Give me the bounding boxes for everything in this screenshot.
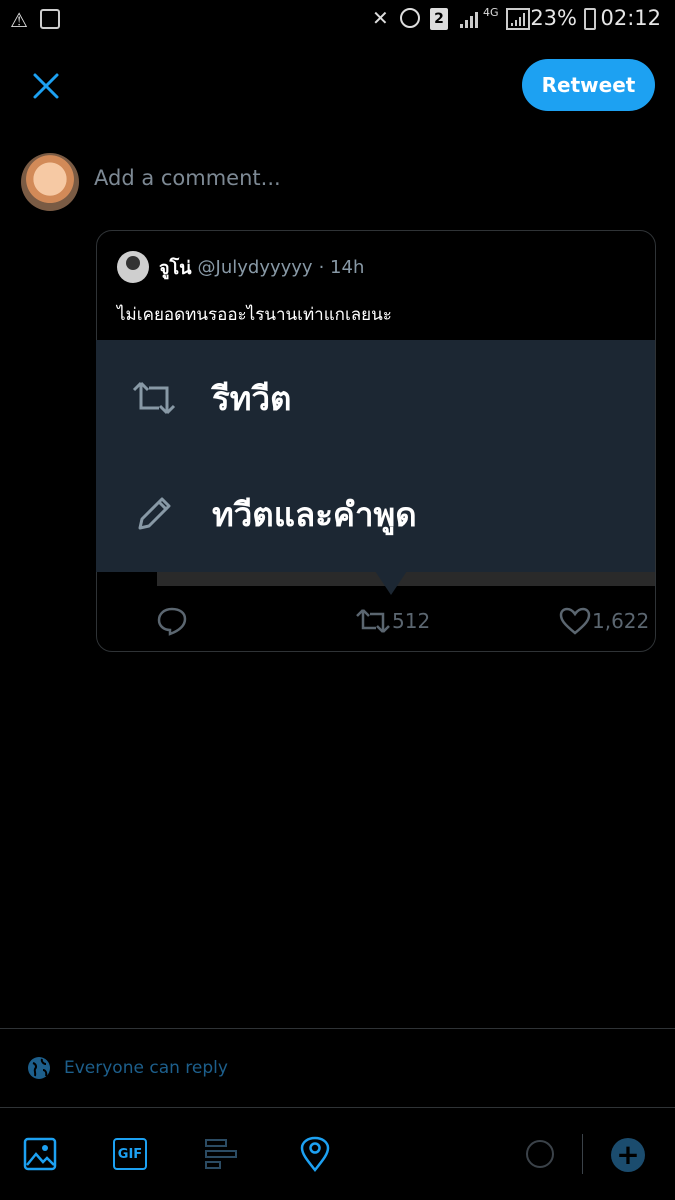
divider bbox=[0, 1107, 675, 1108]
tweet-actions: 512 1,622 bbox=[96, 596, 654, 646]
image-button[interactable] bbox=[22, 1136, 58, 1172]
pencil-icon bbox=[124, 492, 184, 536]
quoted-tweet-author: จูโน่ @Julydyyyyy · 14h bbox=[117, 251, 364, 283]
status-bar: ⚠ ✕ 2 4G 23% 02:12 bbox=[0, 0, 675, 42]
retweet-icon bbox=[356, 609, 390, 633]
menu-item-retweet[interactable]: รีทวีต bbox=[96, 340, 655, 456]
add-tweet-button[interactable]: + bbox=[611, 1138, 645, 1172]
signal-icon-1 bbox=[458, 10, 480, 34]
retweet-count: 512 bbox=[392, 609, 431, 633]
like-action[interactable]: 1,622 bbox=[558, 596, 649, 646]
like-count: 1,622 bbox=[592, 609, 650, 633]
retweet-button[interactable]: Retweet bbox=[522, 59, 655, 111]
reply-settings[interactable]: Everyone can reply bbox=[26, 1055, 228, 1081]
divider bbox=[582, 1134, 583, 1174]
close-button[interactable] bbox=[28, 68, 64, 104]
character-counter bbox=[526, 1140, 554, 1168]
author-handle: @Julydyyyyy bbox=[197, 256, 313, 278]
poll-button[interactable] bbox=[204, 1136, 240, 1172]
divider bbox=[0, 1028, 675, 1029]
gif-button[interactable]: GIF bbox=[113, 1138, 147, 1170]
reply-action[interactable] bbox=[156, 596, 188, 646]
retweet-action[interactable]: 512 bbox=[354, 596, 430, 646]
heart-icon bbox=[559, 607, 591, 635]
image-icon bbox=[23, 1137, 57, 1171]
comment-input[interactable]: Add a comment... bbox=[94, 166, 281, 190]
battery-percent: 23% bbox=[530, 6, 577, 30]
reply-settings-label: Everyone can reply bbox=[64, 1058, 228, 1078]
quoted-tweet-text: ไม่เคยอดทนรออะไรนานเท่าแกเลยนะ bbox=[117, 305, 392, 325]
location-button[interactable] bbox=[297, 1136, 333, 1172]
reply-icon bbox=[157, 607, 187, 636]
mute-vibrate-icon: ✕ bbox=[372, 6, 389, 30]
clock: 02:12 bbox=[600, 6, 661, 30]
network-type: 4G bbox=[483, 6, 499, 19]
signal-icon-2 bbox=[506, 8, 530, 34]
battery-icon bbox=[584, 8, 596, 30]
translate-icon bbox=[40, 9, 60, 29]
poll-icon bbox=[205, 1139, 237, 1169]
close-icon bbox=[33, 73, 59, 99]
retweet-icon bbox=[124, 376, 184, 420]
author-name: จูโน่ bbox=[159, 257, 192, 279]
retweet-menu: รีทวีต ทวีตและคำพูด bbox=[96, 340, 655, 572]
menu-item-quote-tweet[interactable]: ทวีตและคำพูด bbox=[96, 456, 655, 572]
globe-icon bbox=[28, 1057, 50, 1079]
menu-item-label: รีทวีต bbox=[212, 378, 292, 418]
menu-item-label: ทวีตและคำพูด bbox=[212, 494, 417, 534]
alarm-icon bbox=[400, 8, 420, 28]
author-avatar bbox=[117, 251, 149, 283]
location-icon bbox=[300, 1136, 330, 1172]
avatar bbox=[21, 153, 79, 211]
warning-icon: ⚠ bbox=[10, 8, 28, 32]
tweet-time: · 14h bbox=[318, 256, 365, 278]
sim-badge: 2 bbox=[430, 8, 448, 30]
menu-pointer bbox=[375, 571, 407, 595]
